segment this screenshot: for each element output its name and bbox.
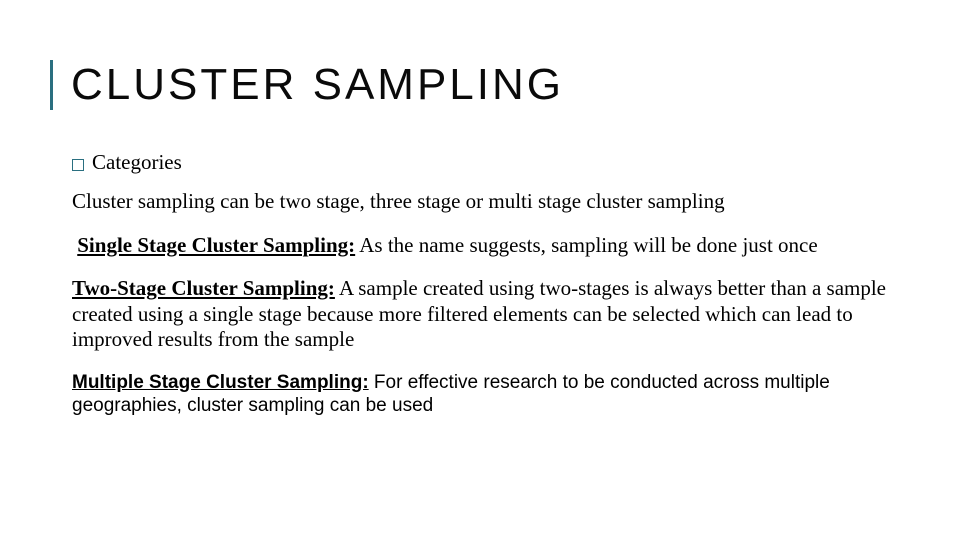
bullet-item: Categories [72,150,890,175]
category-lead: Single Stage Cluster Sampling: [77,233,355,257]
category-lead: Multiple Stage Cluster Sampling: [72,372,369,393]
category-paragraph: Single Stage Cluster Sampling: As the na… [72,233,890,259]
category-lead: Two-Stage Cluster Sampling: [72,276,335,300]
category-paragraph: Two-Stage Cluster Sampling: A sample cre… [72,276,890,353]
intro-paragraph: Cluster sampling can be two stage, three… [72,189,890,215]
slide: CLUSTER SAMPLING Categories Cluster samp… [0,0,960,540]
title-bar: CLUSTER SAMPLING [50,60,890,110]
square-bullet-icon [72,159,84,171]
slide-title: CLUSTER SAMPLING [71,60,890,110]
category-paragraph: Multiple Stage Cluster Sampling: For eff… [72,371,890,417]
bullet-label: Categories [92,150,182,175]
category-text: As the name suggests, sampling will be d… [355,233,818,257]
slide-body: Categories Cluster sampling can be two s… [50,150,890,417]
